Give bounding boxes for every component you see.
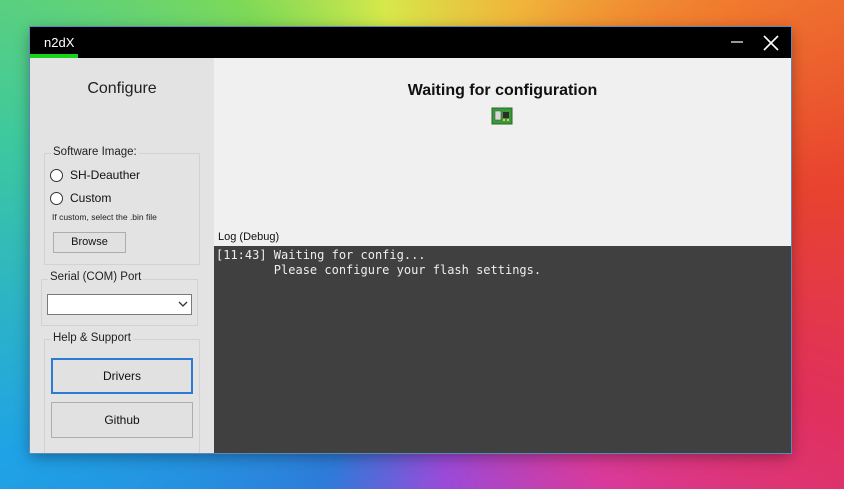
log-line: [11:43] Waiting for config... (216, 248, 426, 262)
app-window: n2dX Configure Software Image: SH-Deauth… (30, 27, 791, 453)
configure-title: Configure (87, 80, 157, 97)
minimize-button[interactable] (721, 27, 753, 58)
radio-sh-deauther[interactable]: SH-Deauther (50, 168, 140, 182)
log-line: Please configure your flash settings. (216, 263, 542, 277)
radio-custom[interactable]: Custom (50, 191, 111, 205)
minimize-icon (731, 41, 743, 43)
log-label: Log (Debug) (218, 231, 280, 243)
radio-button-icon[interactable] (50, 168, 63, 182)
software-image-legend: Software Image: (51, 146, 139, 158)
custom-bin-hint: If custom, select the .bin file (52, 212, 157, 222)
serial-port-legend: Serial (COM) Port (48, 271, 144, 283)
window-title: n2dX (44, 35, 75, 50)
main-panel: Waiting for configuration Log (Debug) [1… (214, 58, 791, 453)
close-icon (763, 35, 779, 51)
circuit-board-icon (491, 106, 513, 125)
radio-label: SH-Deauther (70, 168, 141, 182)
status-title: Waiting for configuration (407, 82, 598, 99)
drivers-button[interactable]: Drivers (51, 358, 193, 394)
github-button[interactable]: Github (51, 402, 193, 438)
close-button[interactable] (755, 27, 787, 58)
help-support-legend: Help & Support (51, 332, 133, 344)
serial-port-select[interactable] (47, 294, 192, 315)
debug-log[interactable]: [11:43] Waiting for config... Please con… (214, 246, 791, 453)
radio-label: Custom (70, 191, 112, 205)
chevron-down-icon (178, 301, 188, 307)
title-bar[interactable]: n2dX (30, 27, 791, 58)
radio-button-icon[interactable] (50, 191, 63, 205)
config-sidebar: Configure Software Image: SH-Deauther Cu… (30, 58, 214, 453)
browse-button[interactable]: Browse (53, 232, 126, 253)
